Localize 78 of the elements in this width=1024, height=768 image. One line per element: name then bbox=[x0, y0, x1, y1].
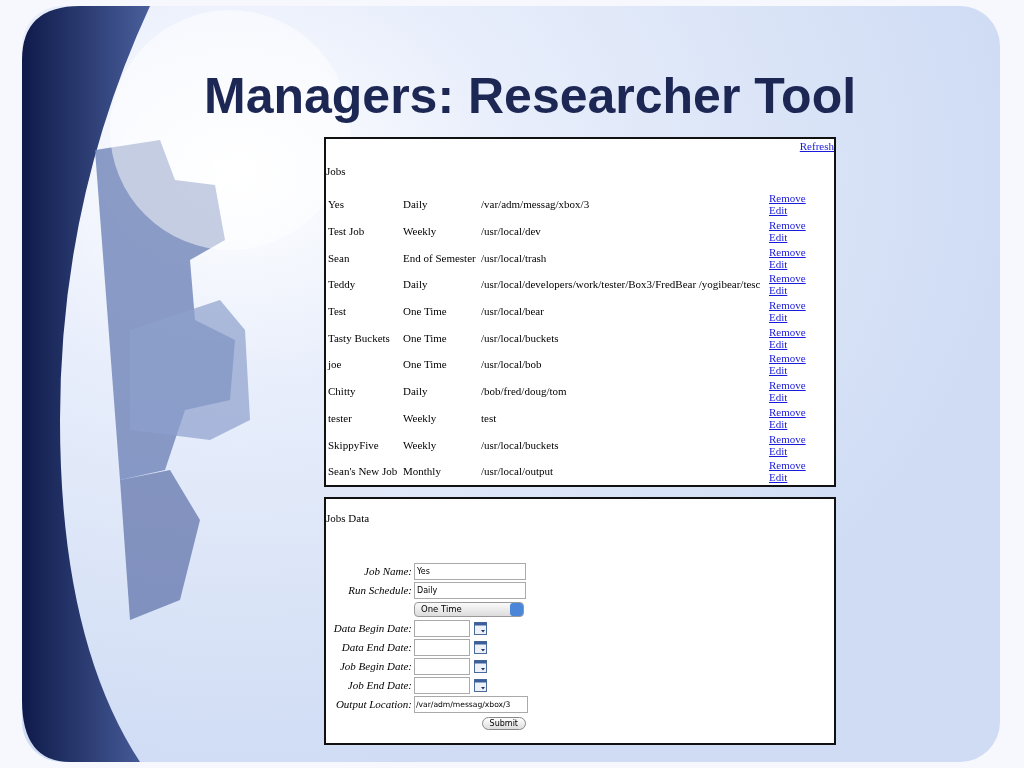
slide-title: Managers: Researcher Tool bbox=[204, 68, 858, 124]
remove-link[interactable]: Remove bbox=[769, 432, 806, 445]
remove-link[interactable]: Remove bbox=[769, 245, 806, 258]
table-cell-text: /var/adm/messag/xbox/3 bbox=[480, 197, 591, 213]
edit-link[interactable]: Edit bbox=[769, 391, 788, 404]
table-cell-text: One Time bbox=[402, 357, 448, 373]
remove-link[interactable]: Remove bbox=[769, 379, 806, 392]
remove-link[interactable]: Remove bbox=[769, 299, 806, 312]
field-label: Output Location: bbox=[334, 698, 412, 711]
date-field[interactable] bbox=[414, 638, 470, 656]
table-cell-text: Sean bbox=[327, 250, 351, 266]
table-cell-text: /usr/local/trash bbox=[480, 250, 548, 266]
table-cell-text: One Time bbox=[402, 304, 448, 320]
edit-link[interactable]: Edit bbox=[769, 364, 788, 377]
table-cell-text: /usr/local/buckets bbox=[480, 330, 560, 346]
table-cell-text: Sean's New Job bbox=[327, 464, 399, 480]
table-cell-text: Teddy bbox=[327, 277, 357, 293]
submit-button[interactable]: Submit bbox=[481, 717, 526, 731]
panel-heading: Jobs bbox=[326, 164, 347, 178]
edit-link[interactable]: Edit bbox=[769, 284, 788, 297]
table-cell-text: Weekly bbox=[402, 224, 438, 240]
table-cell-text: Chitty bbox=[327, 384, 357, 400]
calendar-icon[interactable] bbox=[474, 640, 487, 654]
field-label: Data End Date: bbox=[340, 641, 412, 654]
remove-link[interactable]: Remove bbox=[769, 405, 806, 418]
field-label: Job End Date: bbox=[346, 679, 412, 692]
panel-heading: Jobs Data bbox=[326, 510, 371, 525]
dropdown[interactable]: One Time bbox=[414, 601, 524, 617]
edit-link[interactable]: Edit bbox=[769, 231, 788, 244]
edit-link[interactable]: Edit bbox=[769, 444, 788, 457]
table-cell-text: /usr/local/dev bbox=[480, 224, 542, 240]
table-cell-text: Daily bbox=[402, 197, 429, 213]
calendar-icon[interactable] bbox=[474, 678, 487, 692]
table-cell-text: /usr/local/bear bbox=[480, 304, 545, 320]
table-cell-text: Daily bbox=[402, 277, 429, 293]
edit-link[interactable]: Edit bbox=[769, 311, 788, 324]
remove-link[interactable]: Remove bbox=[769, 325, 806, 338]
remove-link[interactable]: Remove bbox=[769, 192, 806, 205]
table-cell-text: Weekly bbox=[402, 437, 438, 453]
table-cell-text: SkippyFive bbox=[327, 437, 380, 453]
input-field[interactable]: Daily bbox=[414, 581, 526, 599]
table-cell-text: One Time bbox=[402, 330, 448, 346]
edit-link[interactable]: Edit bbox=[769, 204, 788, 217]
table-cell-text: Tasty Buckets bbox=[327, 330, 391, 346]
table-cell-text: Weekly bbox=[402, 410, 438, 426]
date-field[interactable] bbox=[414, 676, 470, 694]
table-cell-text: Test bbox=[327, 304, 348, 320]
remove-link[interactable]: Remove bbox=[769, 352, 806, 365]
table-cell-text: joe bbox=[326, 357, 343, 373]
field-label: Run Schedule: bbox=[347, 584, 412, 597]
table-cell-text: /usr/local/output bbox=[480, 464, 555, 480]
refresh-link[interactable]: Refresh bbox=[799, 140, 834, 152]
table-cell-text: Monthly bbox=[402, 464, 442, 480]
edit-link[interactable]: Edit bbox=[769, 257, 788, 270]
remove-link[interactable]: Remove bbox=[769, 459, 806, 472]
table-cell-text: Daily bbox=[402, 384, 429, 400]
table-cell-text: /bob/fred/doug/tom bbox=[480, 384, 568, 400]
table-cell-text: tester bbox=[327, 410, 353, 426]
edit-link[interactable]: Edit bbox=[769, 337, 788, 350]
table-cell-text: Yes bbox=[327, 197, 345, 213]
edit-link[interactable]: Edit bbox=[769, 417, 788, 430]
remove-link[interactable]: Remove bbox=[769, 272, 806, 285]
edit-link[interactable]: Edit bbox=[769, 471, 788, 484]
table-cell-text: test bbox=[480, 410, 498, 426]
remove-link[interactable]: Remove bbox=[769, 219, 806, 232]
table-cell-text: /usr/local/bob bbox=[480, 357, 543, 373]
field-label: Job Begin Date: bbox=[338, 660, 412, 673]
field-label: Data Begin Date: bbox=[332, 622, 412, 635]
table-cell-text: End of Semester bbox=[402, 250, 477, 266]
date-field[interactable] bbox=[414, 657, 470, 675]
input-field[interactable]: Yes bbox=[414, 562, 526, 580]
field-label: Job Name: bbox=[363, 565, 412, 578]
calendar-icon[interactable] bbox=[474, 659, 487, 673]
date-field[interactable] bbox=[414, 619, 470, 637]
table-cell-text: /usr/local/buckets bbox=[480, 437, 560, 453]
calendar-icon[interactable] bbox=[474, 621, 487, 635]
table-cell-text: Test Job bbox=[327, 224, 366, 240]
table-cell-text: /usr/local/developers/work/tester/Box3/FredBear /yogibear/tesc bbox=[480, 277, 762, 293]
